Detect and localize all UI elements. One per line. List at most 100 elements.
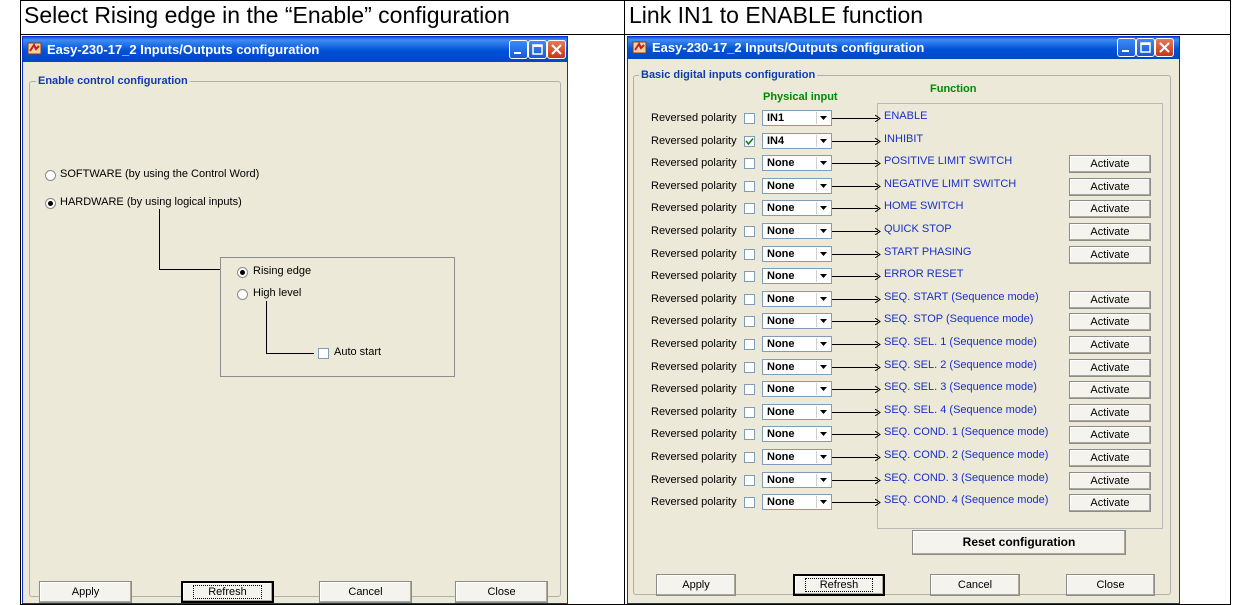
arrow-right-icon: [875, 499, 881, 506]
activate-button[interactable]: Activate: [1069, 381, 1151, 399]
physical-input-select[interactable]: None: [762, 336, 832, 352]
reversed-polarity-checkbox[interactable]: [744, 475, 755, 486]
dropdown-arrow[interactable]: [816, 157, 830, 169]
reset-configuration-button[interactable]: Reset configuration: [912, 530, 1126, 555]
reversed-polarity-checkbox[interactable]: [744, 407, 755, 418]
activate-button[interactable]: Activate: [1069, 178, 1151, 196]
reversed-polarity-checkbox[interactable]: [744, 249, 755, 260]
physical-input-select[interactable]: None: [762, 178, 832, 194]
reversed-polarity-checkbox[interactable]: [744, 203, 755, 214]
physical-input-select[interactable]: IN4: [762, 133, 832, 149]
dropdown-arrow[interactable]: [816, 225, 830, 237]
activate-button[interactable]: Activate: [1069, 313, 1151, 331]
dropdown-arrow[interactable]: [816, 361, 830, 373]
activate-button[interactable]: Activate: [1069, 494, 1151, 512]
auto-start-checkbox[interactable]: [318, 348, 329, 359]
reversed-polarity-checkbox[interactable]: [744, 271, 755, 282]
physical-input-select[interactable]: None: [762, 404, 832, 420]
dropdown-arrow[interactable]: [816, 135, 830, 147]
activate-button[interactable]: Activate: [1069, 472, 1151, 490]
maximize-button[interactable]: [528, 40, 547, 59]
physical-input-select[interactable]: None: [762, 223, 832, 239]
dropdown-arrow[interactable]: [816, 383, 830, 395]
refresh-button[interactable]: Refresh: [181, 581, 274, 603]
apply-button[interactable]: Apply: [39, 581, 132, 603]
dropdown-arrow[interactable]: [816, 180, 830, 192]
activate-button[interactable]: Activate: [1069, 223, 1151, 241]
link-arrow-line: [832, 186, 878, 187]
physical-input-select[interactable]: None: [762, 472, 832, 488]
reversed-polarity-checkbox[interactable]: [744, 158, 755, 169]
cancel-button[interactable]: Cancel: [930, 574, 1020, 596]
activate-button[interactable]: Activate: [1069, 200, 1151, 218]
dropdown-arrow[interactable]: [816, 248, 830, 260]
right-titlebar[interactable]: Easy-230-17_2 Inputs/Outputs configurati…: [628, 37, 1179, 59]
reversed-polarity-label: Reversed polarity: [651, 428, 737, 440]
reversed-polarity-checkbox[interactable]: [744, 181, 755, 192]
close-window-button[interactable]: [547, 40, 566, 59]
physical-input-value: None: [767, 225, 795, 237]
physical-input-select[interactable]: None: [762, 381, 832, 397]
dropdown-arrow[interactable]: [816, 112, 830, 124]
physical-input-value: None: [767, 383, 795, 395]
physical-input-select[interactable]: None: [762, 268, 832, 284]
dropdown-arrow[interactable]: [816, 293, 830, 305]
physical-input-select[interactable]: None: [762, 246, 832, 262]
minimize-button[interactable]: [1117, 38, 1136, 57]
physical-input-select[interactable]: None: [762, 200, 832, 216]
activate-button[interactable]: Activate: [1069, 155, 1151, 173]
software-radio[interactable]: [45, 170, 56, 181]
left-titlebar[interactable]: Easy-230-17_2 Inputs/Outputs configurati…: [23, 37, 567, 62]
close-button[interactable]: Close: [455, 581, 548, 603]
dropdown-arrow[interactable]: [816, 406, 830, 418]
rising-edge-radio[interactable]: [237, 267, 248, 278]
reversed-polarity-checkbox[interactable]: [744, 362, 755, 373]
physical-input-select[interactable]: None: [762, 313, 832, 329]
reversed-polarity-checkbox[interactable]: [744, 113, 755, 124]
dropdown-arrow[interactable]: [816, 315, 830, 327]
dropdown-arrow[interactable]: [816, 202, 830, 214]
dropdown-arrow[interactable]: [816, 338, 830, 350]
reversed-polarity-checkbox[interactable]: [744, 294, 755, 305]
physical-input-select[interactable]: None: [762, 291, 832, 307]
physical-input-select[interactable]: None: [762, 426, 832, 442]
software-radio-label: SOFTWARE (by using the Control Word): [60, 168, 260, 180]
reversed-polarity-checkbox[interactable]: [744, 497, 755, 508]
physical-input-select[interactable]: IN1: [762, 110, 832, 126]
reversed-polarity-checkbox[interactable]: [744, 384, 755, 395]
minimize-icon: [1122, 50, 1129, 52]
hardware-radio[interactable]: [45, 198, 56, 209]
check-icon: [745, 137, 754, 146]
activate-button[interactable]: Activate: [1069, 404, 1151, 422]
apply-button[interactable]: Apply: [656, 574, 736, 596]
dropdown-arrow[interactable]: [816, 270, 830, 282]
minimize-button[interactable]: [509, 40, 528, 59]
activate-button[interactable]: Activate: [1069, 449, 1151, 467]
activate-button[interactable]: Activate: [1069, 426, 1151, 444]
reversed-polarity-checkbox[interactable]: [744, 429, 755, 440]
dropdown-arrow[interactable]: [816, 496, 830, 508]
activate-button[interactable]: Activate: [1069, 291, 1151, 309]
activate-button[interactable]: Activate: [1069, 336, 1151, 354]
dropdown-arrow[interactable]: [816, 474, 830, 486]
physical-input-select[interactable]: None: [762, 359, 832, 375]
reversed-polarity-checkbox[interactable]: [744, 316, 755, 327]
physical-input-select[interactable]: None: [762, 494, 832, 510]
cancel-button[interactable]: Cancel: [319, 581, 412, 603]
activate-button[interactable]: Activate: [1069, 359, 1151, 377]
reversed-polarity-checkbox[interactable]: [744, 226, 755, 237]
dropdown-arrow[interactable]: [816, 451, 830, 463]
table-border-top: [20, 0, 1231, 1]
reversed-polarity-checkbox[interactable]: [744, 452, 755, 463]
high-level-radio[interactable]: [237, 289, 248, 300]
reversed-polarity-checkbox[interactable]: [744, 136, 755, 147]
maximize-button[interactable]: [1136, 38, 1155, 57]
dropdown-arrow[interactable]: [816, 428, 830, 440]
reversed-polarity-checkbox[interactable]: [744, 339, 755, 350]
refresh-button[interactable]: Refresh: [793, 574, 885, 596]
physical-input-select[interactable]: None: [762, 155, 832, 171]
activate-button[interactable]: Activate: [1069, 246, 1151, 264]
close-window-button[interactable]: [1155, 38, 1174, 57]
physical-input-select[interactable]: None: [762, 449, 832, 465]
close-button[interactable]: Close: [1066, 574, 1155, 596]
